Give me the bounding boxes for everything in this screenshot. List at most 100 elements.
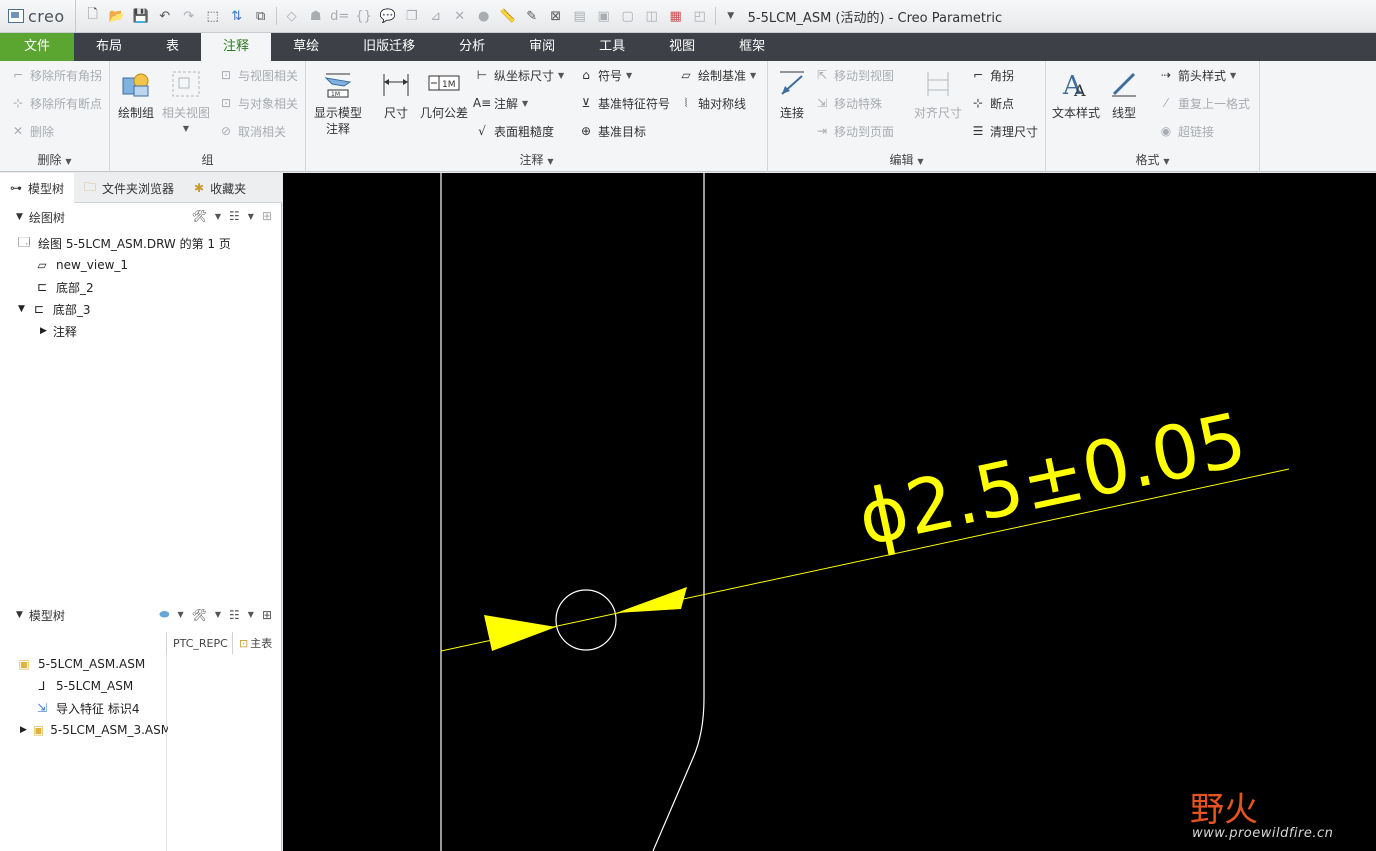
tree-item-csys[interactable]: ⅃ 5-5LCM_ASM: [34, 675, 134, 697]
tree-item-import-feature[interactable]: ⇲ 导入特征 标识4: [34, 697, 139, 719]
chevron-down-icon[interactable]: ▼: [248, 610, 254, 619]
tab-analysis[interactable]: 分析: [437, 33, 507, 61]
sphere-icon[interactable]: ●: [475, 7, 493, 25]
chevron-down-icon[interactable]: ▼: [215, 212, 221, 221]
erase-icon[interactable]: ✎: [523, 7, 541, 25]
line-style-button[interactable]: 线型: [1104, 67, 1144, 121]
ordinate-dimension-button[interactable]: ⊢ 纵坐标尺寸 ▼: [474, 65, 564, 85]
move-to-page-button[interactable]: ⇥ 移动到页面: [814, 121, 894, 141]
remove-all-jogs-button[interactable]: ⌐ 移除所有角拐: [10, 65, 102, 85]
windows-icon[interactable]: ⧉: [252, 7, 270, 25]
tree-item-drawing-root[interactable]: 🗔 绘图 5-5LCM_ASM.DRW 的第 1 页: [16, 232, 230, 254]
move-special-button[interactable]: ⇲ 移动特殊: [814, 93, 882, 113]
save-icon[interactable]: 💾: [132, 7, 150, 25]
tab-frame[interactable]: 框架: [717, 33, 787, 61]
repeat-last-format-button[interactable]: ⁄ 重复上一格式: [1158, 93, 1250, 113]
column-ptc-repo[interactable]: PTC_REPC: [166, 632, 228, 654]
hyperlink-button[interactable]: ◉ 超链接: [1158, 121, 1214, 141]
datum-target-button[interactable]: ⊕ 基准目标: [578, 121, 646, 141]
show-icon[interactable]: ☷: [229, 608, 240, 622]
expand-icon[interactable]: ▶: [40, 326, 47, 336]
layer-icon[interactable]: ▤: [571, 7, 589, 25]
tab-favorites[interactable]: ✱ 收藏夹: [184, 173, 256, 203]
chevron-down-icon[interactable]: ▼: [215, 610, 221, 619]
annotate-group-label[interactable]: 注释 ▼: [306, 151, 767, 168]
related-view-button[interactable]: 相关视图 ▼: [160, 67, 212, 137]
edit-group-label[interactable]: 编辑 ▼: [768, 151, 1045, 168]
drawing-tree-header[interactable]: ▼ 绘图树 🛠 ▼ ☷ ▼ ⊞: [0, 203, 282, 231]
expand-icon[interactable]: ▶: [20, 725, 27, 735]
chevron-down-icon[interactable]: ▼: [248, 212, 254, 221]
chevron-down-icon[interactable]: ▼: [177, 610, 183, 619]
tree-item-new-view-1[interactable]: ▱ new_view_1: [34, 254, 128, 276]
datum-feature-symbol-button[interactable]: ⊻ 基准特征符号: [578, 93, 670, 113]
tab-tools[interactable]: 工具: [577, 33, 647, 61]
collapse-icon[interactable]: ▼: [16, 610, 23, 620]
tab-annotate[interactable]: 注释: [201, 33, 272, 61]
select-box-icon[interactable]: ⬚: [204, 7, 222, 25]
connect-button[interactable]: 连接: [772, 67, 812, 121]
view-icon[interactable]: ▣: [595, 7, 613, 25]
redo-icon[interactable]: ↷: [180, 7, 198, 25]
geometric-tolerance-button[interactable]: 1M 几何公差: [418, 67, 470, 121]
display-icon[interactable]: ◰: [691, 7, 709, 25]
axis-symmetry-line-button[interactable]: ⦚ 轴对称线: [678, 93, 746, 113]
relate-to-view-button[interactable]: ⊡ 与视图相关: [218, 65, 298, 85]
tab-review[interactable]: 审阅: [507, 33, 577, 61]
dimension-icon[interactable]: d=: [330, 7, 349, 25]
collapse-icon[interactable]: ▼: [16, 212, 23, 222]
show-icon[interactable]: ☷: [229, 209, 240, 223]
surface-finish-button[interactable]: √ 表面粗糙度: [474, 121, 554, 141]
column-master[interactable]: ⊡ 主表: [232, 632, 280, 654]
regenerate-icon[interactable]: ⇅: [228, 7, 246, 25]
delete-button[interactable]: ✕ 删除: [10, 121, 54, 141]
format-group-label[interactable]: 格式 ▼: [1046, 151, 1259, 168]
copy-icon[interactable]: ❐: [403, 7, 421, 25]
brackets-icon[interactable]: {}: [355, 7, 373, 25]
comment-icon[interactable]: 💬: [379, 7, 397, 25]
tree-item-bottom-3[interactable]: ▼ ⊏ 底部_3: [18, 298, 91, 320]
new-file-icon[interactable]: 🗋: [84, 7, 102, 25]
cube-icon[interactable]: ◇: [283, 7, 301, 25]
settings-icon[interactable]: 🛠: [192, 209, 207, 223]
remove-all-breaks-button[interactable]: ⊹ 移除所有断点: [10, 93, 102, 113]
measure-icon[interactable]: 📏: [499, 7, 517, 25]
drawing-canvas[interactable]: ϕ2.5±0.05: [283, 173, 1376, 851]
settings-icon[interactable]: 🛠: [192, 608, 207, 622]
plane-icon[interactable]: ⊿: [427, 7, 445, 25]
open-folder-icon[interactable]: 📂: [108, 7, 126, 25]
tab-view[interactable]: 视图: [647, 33, 717, 61]
tab-file[interactable]: 文件: [0, 33, 75, 61]
text-style-button[interactable]: AA 文本样式: [1050, 67, 1102, 121]
tab-model-tree[interactable]: ⊶ 模型树: [0, 173, 75, 203]
symbol-button[interactable]: ⌂ 符号 ▼: [578, 65, 632, 85]
note-button[interactable]: A≡ 注解 ▼: [473, 93, 528, 113]
move-to-view-button[interactable]: ⇱ 移动到视图: [814, 65, 894, 85]
layer-icon[interactable]: ⬬: [159, 607, 169, 622]
tree-item-assembly[interactable]: ▣ 5-5LCM_ASM.ASM: [16, 653, 145, 675]
tab-legacy-migration[interactable]: 旧版迁移: [341, 33, 437, 61]
draw-group-button[interactable]: 绘制组: [116, 67, 156, 121]
filter-icon[interactable]: ⊞: [262, 209, 272, 223]
filter-icon[interactable]: ⊞: [262, 608, 272, 622]
collapse-icon[interactable]: ▼: [18, 304, 25, 314]
saved-view-icon[interactable]: ▢: [619, 7, 637, 25]
tab-folder-browser[interactable]: 🗀 文件夹浏览器: [74, 173, 184, 203]
tab-table[interactable]: 表: [144, 33, 201, 61]
tab-layout[interactable]: 布局: [74, 33, 144, 61]
undo-icon[interactable]: ↶: [156, 7, 174, 25]
tree-item-sub-assembly[interactable]: ▶ ▣ 5-5LCM_ASM_3.ASM: [20, 719, 168, 741]
align-dimensions-button[interactable]: 对齐尺寸: [910, 67, 966, 121]
dimension-button[interactable]: 尺寸: [378, 67, 414, 121]
customize-dropdown-icon[interactable]: ▼: [722, 7, 740, 25]
color-icon[interactable]: ▦: [667, 7, 685, 25]
jog-button[interactable]: ⌐ 角拐: [970, 65, 1014, 85]
close-window-icon[interactable]: ⊠: [547, 7, 565, 25]
cleanup-dimensions-button[interactable]: ☰ 清理尺寸: [970, 121, 1038, 141]
arrow-style-button[interactable]: ⇢ 箭头样式 ▼: [1158, 65, 1236, 85]
dimension-text[interactable]: ϕ2.5±0.05: [851, 397, 1254, 563]
model-icon[interactable]: ◫: [643, 7, 661, 25]
tab-sketch[interactable]: 草绘: [271, 33, 341, 61]
tree-item-annotations[interactable]: ▶ 注释: [40, 320, 77, 342]
draw-datum-button[interactable]: ▱ 绘制基准 ▼: [678, 65, 756, 85]
